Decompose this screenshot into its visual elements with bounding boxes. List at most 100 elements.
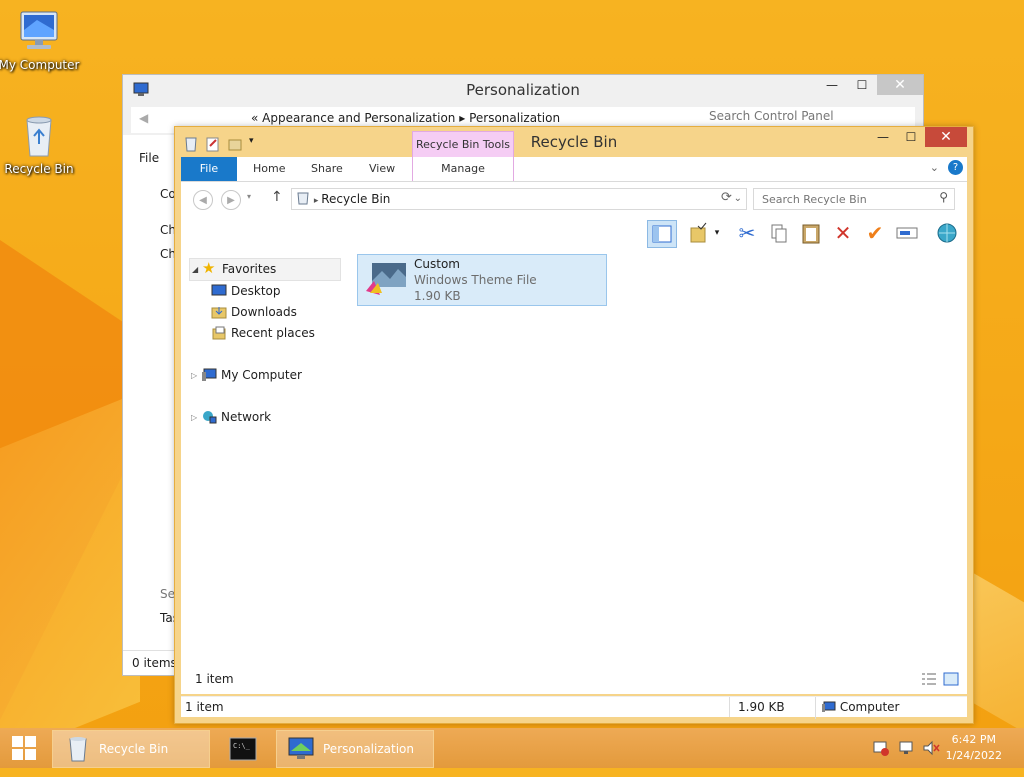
forward-button[interactable]: ▶ [221,190,241,210]
details-view-icon[interactable] [921,672,937,689]
tab-share[interactable]: Share [311,157,343,181]
network-tray-icon[interactable] [898,740,916,756]
computer-icon [15,8,63,56]
tree-label: Network [221,410,272,424]
paste-icon[interactable] [797,220,825,246]
status-items: 1 item [185,700,224,714]
control-panel-icon [287,735,315,777]
clock-time: 6:42 PM [951,733,996,746]
recent-places-icon [211,326,227,340]
window-title: Personalization [466,81,580,99]
navigation-tree: ◢ ★ Favorites Desktop Downloads Recent p… [189,258,349,428]
search-box[interactable]: ⚲ [753,188,955,210]
minimize-button[interactable]: — [817,75,847,95]
volume-muted-icon[interactable] [922,740,940,756]
tree-node-favorites[interactable]: ◢ ★ Favorites [189,258,341,281]
search-icon[interactable]: ⚲ [939,190,948,204]
action-center-icon[interactable] [872,740,890,756]
address-bar[interactable]: ▸ Recycle Bin ⌄ [291,188,747,210]
desktop-icon [211,284,227,298]
theme-file-icon [364,261,408,299]
star-icon: ★ [202,259,216,277]
tree-label: My Computer [221,368,302,382]
tree-node-network[interactable]: ▷ Network [189,407,349,428]
maximize-button[interactable]: ☐ [897,127,925,147]
copy-icon[interactable] [765,220,793,246]
expand-icon[interactable]: ▷ [191,365,197,386]
recycle-bin-icon [296,191,310,211]
cut-icon[interactable]: ✂ [733,220,761,246]
file-item-custom[interactable]: Custom Windows Theme File 1.90 KB [357,254,607,306]
expand-icon[interactable]: ▷ [191,407,197,428]
dropdown-icon[interactable]: ▾ [711,220,723,246]
close-button[interactable]: ✕ [925,127,967,147]
globe-icon[interactable] [933,220,961,246]
tree-label: Downloads [231,305,297,319]
tree-label: Desktop [231,284,281,298]
back-button[interactable]: ◀ [193,190,213,210]
help-icon[interactable]: ? [948,160,963,175]
tree-label: Favorites [222,262,277,276]
breadcrumb: « Appearance and Personalization ▸ Perso… [251,111,561,125]
taskbar-item-recycle-bin[interactable]: Recycle Bin [52,730,210,768]
tab-file[interactable]: File [181,157,237,181]
recycle-bin-icon [65,735,91,777]
windows-logo-icon [12,736,36,760]
tree-node-recent[interactable]: Recent places [189,323,349,344]
minimize-button[interactable]: — [869,127,897,147]
command-toolbar: ▾ ✂ ✕ ✔ [181,216,967,248]
tree-node-downloads[interactable]: Downloads [189,302,349,323]
delete-icon[interactable]: ✕ [829,220,857,246]
large-icons-view-icon[interactable] [943,672,959,689]
collapse-icon[interactable]: ◢ [192,259,198,280]
tab-home[interactable]: Home [253,157,285,181]
taskbar-item-personalization[interactable]: Personalization [276,730,434,768]
file-type: Windows Theme File [414,273,537,287]
clock-date: 1/24/2022 [945,749,1002,762]
tab-manage[interactable]: Manage [412,157,514,181]
maximize-button[interactable]: ☐ [847,75,877,95]
tab-view[interactable]: View [369,157,395,181]
command-prompt-icon: C:\_ [229,737,257,775]
downloads-icon [211,305,227,319]
wallpaper-shape [0,391,140,759]
status-size: 1.90 KB [729,697,816,717]
desktop-icon-label: My Computer [0,58,80,72]
ribbon-tabs: File Home Share View Manage ⌄ ? [181,157,967,182]
status-location: Computer [815,697,899,719]
start-button[interactable] [0,728,48,768]
side-panel: File Co Ch Ch See Tas [123,135,182,675]
item-count: 1 item [195,672,234,686]
search-input[interactable] [754,189,934,209]
tree-label: Recent places [231,326,315,340]
desktop-icon-my-computer[interactable]: My Computer [0,8,81,72]
desktop-icon-label: Recycle Bin [4,162,74,176]
clock[interactable]: 6:42 PM 1/24/2022 [946,732,1002,764]
status-bar: 1 item 1.90 KB Computer [181,696,967,719]
close-button[interactable]: ✕ [877,75,923,95]
file-size: 1.90 KB [414,289,461,303]
back-icon[interactable]: ◀ [139,111,148,125]
recycle-bin-window[interactable]: ▾ Recycle Bin Tools Recycle Bin — ☐ ✕ Fi… [174,126,974,724]
window-title: Recycle Bin [530,133,618,151]
computer-icon [822,699,836,719]
taskbar-item-command-prompt[interactable]: C:\_ [216,730,270,768]
menu-file[interactable]: File [139,151,159,165]
restore-check-icon[interactable]: ✔ [861,220,889,246]
address-text: Recycle Bin [321,192,391,206]
up-button[interactable]: ↑ [271,189,283,205]
select-folder-icon[interactable] [685,220,713,246]
svg-text:C:\_: C:\_ [233,742,251,750]
file-name: Custom [414,257,460,271]
computer-icon [201,368,217,382]
rename-icon[interactable] [893,220,921,246]
recent-locations-icon[interactable]: ▾ [247,192,251,201]
ribbon-expand-icon[interactable]: ⌄ [930,161,939,174]
desktop-icon-recycle-bin[interactable]: Recycle Bin [0,112,81,176]
navigation-bar: ◀ ▶ ▾ ↑ ▸ Recycle Bin ⌄ ⟳ ⚲ [181,182,967,216]
tree-node-my-computer[interactable]: ▷ My Computer [189,365,349,386]
address-dropdown-icon[interactable]: ⌄ [734,189,742,209]
tree-node-desktop[interactable]: Desktop [189,281,349,302]
refresh-icon[interactable]: ⟳ [721,190,732,205]
preview-pane-icon[interactable] [647,220,677,248]
